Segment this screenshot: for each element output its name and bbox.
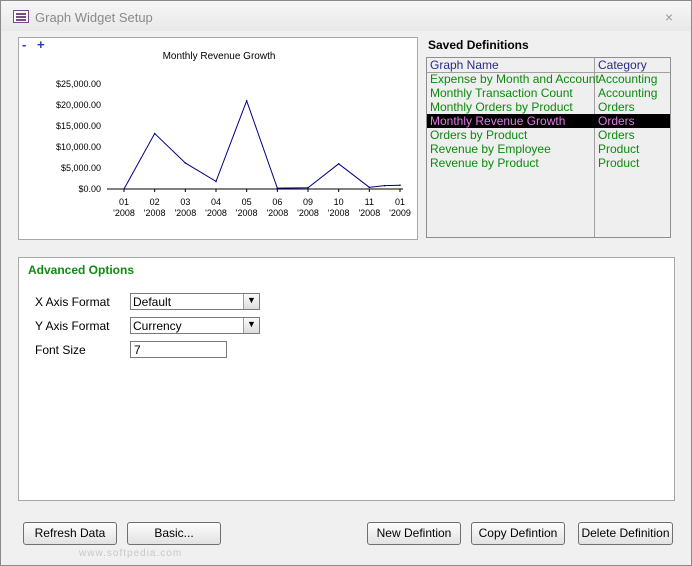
graph-name: Orders by Product: [430, 128, 528, 142]
y-tick-label: $10,000.00: [56, 142, 101, 152]
x-axis-format-select[interactable]: Default ▼: [130, 293, 260, 310]
x-axis-format-value: Default: [133, 295, 172, 309]
close-icon[interactable]: ×: [665, 9, 673, 25]
basic-button[interactable]: Basic...: [127, 522, 221, 545]
y-tick-label: $5,000.00: [61, 163, 101, 173]
list-item[interactable]: Revenue by Employee Product: [427, 142, 670, 156]
x-tick-label: '2008: [328, 208, 350, 218]
graph-name: Monthly Orders by Product: [430, 100, 573, 114]
x-tick-label: '2008: [113, 208, 135, 218]
font-size-label: Font Size: [35, 343, 86, 357]
graph-name: Monthly Transaction Count: [430, 86, 573, 100]
graph-name: Expense by Month and Account: [430, 72, 599, 86]
header-graph-name: Graph Name: [430, 58, 499, 72]
graph-category: Accounting: [598, 72, 658, 86]
x-tick-label: 02: [150, 197, 160, 207]
y-tick-label: $25,000.00: [56, 79, 101, 89]
list-item[interactable]: Orders by Product Orders: [427, 128, 670, 142]
data-point: [368, 186, 371, 189]
graph-name: Revenue by Employee: [430, 142, 551, 156]
graph-category: Orders: [598, 100, 635, 114]
x-tick-label: '2008: [205, 208, 227, 218]
x-tick-label: 06: [272, 197, 282, 207]
y-tick-label: $15,000.00: [56, 121, 101, 131]
data-point: [153, 132, 156, 135]
advanced-options-title: Advanced Options: [28, 263, 135, 277]
data-point: [307, 186, 309, 189]
x-tick-label: '2008: [297, 208, 319, 218]
x-tick-label: 09: [303, 197, 313, 207]
x-tick-label: 01: [395, 197, 405, 207]
y-axis-format-label: Y Axis Format: [35, 319, 110, 333]
saved-definitions-title: Saved Definitions: [428, 38, 529, 52]
y-axis-dropdown-button[interactable]: ▼: [243, 318, 259, 333]
data-point: [184, 162, 187, 164]
data-point: [245, 100, 248, 102]
x-tick-label: '2008: [174, 208, 196, 218]
data-point: [215, 180, 217, 183]
line-chart: Monthly Revenue Growth $25,000.00 $20,000…: [56, 51, 411, 218]
graph-category: Product: [598, 142, 640, 156]
data-point: [383, 184, 386, 187]
x-tick-label: 10: [334, 197, 344, 207]
font-size-value: 7: [134, 343, 141, 357]
chevron-down-icon: ▼: [247, 295, 256, 305]
y-axis-format-select[interactable]: Currency ▼: [130, 317, 260, 334]
form-icon: [13, 10, 29, 23]
x-axis-format-label: X Axis Format: [35, 295, 110, 309]
font-size-input[interactable]: 7: [130, 341, 227, 358]
x-tick-label: 11: [365, 197, 374, 207]
chevron-down-icon: ▼: [247, 319, 256, 329]
list-item[interactable]: Expense by Month and Account Accounting: [427, 72, 670, 86]
series-line: [123, 99, 401, 190]
x-tick-label: '2008: [144, 208, 166, 218]
x-tick-label: '2008: [266, 208, 288, 218]
list-header: Graph Name Category: [427, 58, 670, 72]
advanced-options-panel: Advanced Options X Axis Format Default ▼…: [18, 257, 675, 501]
refresh-data-button[interactable]: Refresh Data: [23, 522, 117, 545]
data-point: [276, 187, 279, 189]
y-tick-label: $0.00: [78, 184, 101, 194]
x-tick-label: '2008: [236, 208, 258, 218]
window-title: Graph Widget Setup: [35, 10, 153, 25]
data-point: [337, 163, 340, 165]
graph-category: Accounting: [598, 86, 658, 100]
copy-definition-button[interactable]: Copy Defintion: [471, 522, 565, 545]
list-item-selected[interactable]: Monthly Revenue Growth Orders: [427, 114, 670, 128]
graph-name: Monthly Revenue Growth: [430, 114, 566, 128]
list-item[interactable]: Revenue by Product Product: [427, 156, 670, 170]
watermark-text: www.softpedia.com: [79, 548, 183, 559]
graph-widget-setup-window: Graph Widget Setup × - + Monthly Revenue…: [0, 0, 692, 566]
graph-category: Orders: [598, 114, 635, 128]
graph-name: Revenue by Product: [430, 156, 539, 170]
list-item[interactable]: Monthly Transaction Count Accounting: [427, 86, 670, 100]
y-tick-label: $20,000.00: [56, 100, 101, 110]
y-axis-format-value: Currency: [133, 319, 182, 333]
x-tick-label: 01: [119, 197, 129, 207]
title-bar[interactable]: Graph Widget Setup ×: [1, 1, 691, 31]
graph-category: Product: [598, 156, 640, 170]
list-item[interactable]: Monthly Orders by Product Orders: [427, 100, 670, 114]
data-point: [123, 188, 125, 190]
x-tick-label: 03: [180, 197, 190, 207]
delete-definition-button[interactable]: Delete Definition: [578, 522, 673, 545]
graph-category: Orders: [598, 128, 635, 142]
saved-definitions-list[interactable]: Graph Name Category Expense by Month and…: [426, 57, 671, 238]
x-tick-label: 05: [242, 197, 252, 207]
chart-title: Monthly Revenue Growth: [163, 51, 276, 62]
chart-preview-panel: - + Monthly Revenue Growth $25,000.00 $20…: [18, 37, 418, 240]
x-tick-label: '2009: [389, 208, 411, 218]
new-definition-button[interactable]: New Defintion: [367, 522, 461, 545]
data-point: [399, 184, 401, 187]
x-tick-label: 04: [211, 197, 221, 207]
header-category: Category: [598, 58, 647, 72]
x-axis-dropdown-button[interactable]: ▼: [243, 294, 259, 309]
x-tick-label: '2008: [358, 208, 380, 218]
